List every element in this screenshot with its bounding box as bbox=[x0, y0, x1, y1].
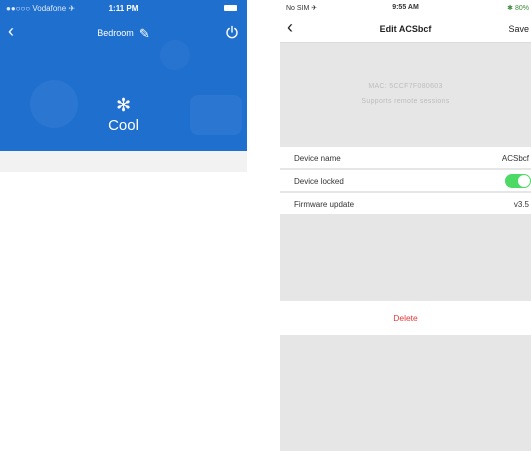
row-label: Firmware update bbox=[294, 200, 355, 209]
mac-address: MAC: 5CCF7F080603 bbox=[368, 83, 443, 90]
mode-label: Cool bbox=[108, 117, 139, 134]
battery-label: ✱ 80% bbox=[507, 5, 529, 12]
room-title-button[interactable]: Bedroom ✎ bbox=[0, 26, 247, 42]
status-time: 1:11 PM bbox=[108, 4, 139, 13]
power-icon[interactable] bbox=[225, 25, 239, 39]
device-name-value: ACSbcf bbox=[501, 154, 529, 163]
row-label: Device locked bbox=[294, 177, 344, 186]
thermostat-panel: ●●○○○ Vodafone ✈ 1:11 PM ‹ Bedroom ✎ ✻ Co… bbox=[0, 0, 247, 151]
status-bar: ●●○○○ Vodafone ✈ 1:11 PM bbox=[0, 0, 247, 18]
save-button[interactable]: Save bbox=[508, 24, 529, 34]
nav-bar: ‹ Edit ACSbcf Save bbox=[280, 16, 531, 43]
toggle-knob bbox=[518, 175, 530, 187]
status-time: 9:55 AM bbox=[392, 4, 419, 11]
footer-strip bbox=[0, 151, 247, 172]
snowflake-icon: ✻ bbox=[115, 95, 132, 115]
remote-support-note: Supports remote sessions bbox=[361, 98, 450, 105]
pencil-icon: ✎ bbox=[138, 26, 150, 41]
device-locked-row: Device locked bbox=[280, 170, 531, 192]
right-screen: No SIM ✈ 9:55 AM ✱ 80% ‹ Edit ACSbcf Sav… bbox=[280, 0, 531, 451]
nav-bar: ‹ Bedroom ✎ bbox=[0, 20, 247, 44]
status-bar: No SIM ✈ 9:55 AM ✱ 80% bbox=[280, 0, 531, 16]
delete-button[interactable]: Delete bbox=[280, 301, 531, 335]
row-label: Device name bbox=[294, 154, 341, 163]
firmware-update-row[interactable]: Firmware update v3.5 bbox=[280, 193, 531, 215]
device-locked-toggle[interactable] bbox=[505, 174, 531, 188]
background-decoration bbox=[160, 40, 190, 70]
room-title: Bedroom bbox=[97, 28, 134, 38]
firmware-version: v3.5 bbox=[513, 200, 529, 209]
battery-icon bbox=[224, 5, 237, 11]
device-info-panel: MAC: 5CCF7F080603 Supports remote sessio… bbox=[280, 43, 531, 146]
device-name-row[interactable]: Device name ACSbcf bbox=[280, 147, 531, 169]
left-screen: ●●○○○ Vodafone ✈ 1:11 PM ‹ Bedroom ✎ ✻ Co… bbox=[0, 0, 247, 172]
page-title: Edit ACSbcf bbox=[379, 24, 432, 34]
